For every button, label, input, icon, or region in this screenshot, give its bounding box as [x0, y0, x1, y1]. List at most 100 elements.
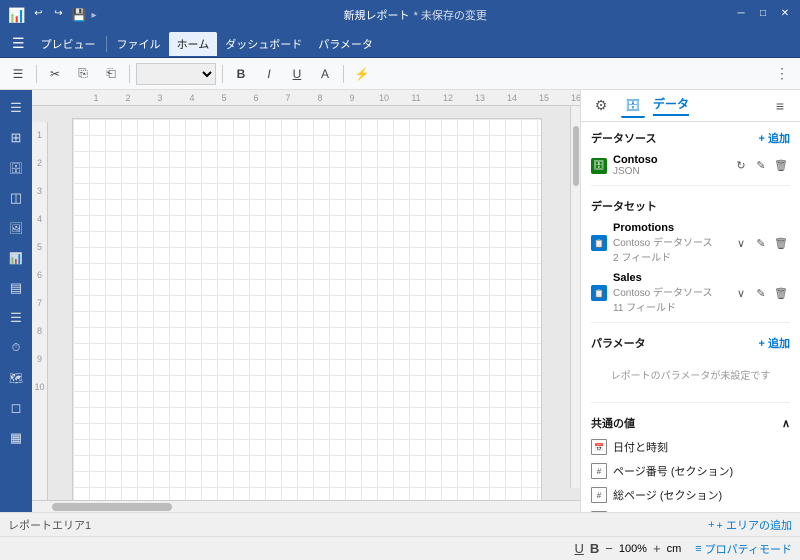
title-bar: 📊 ↩ ↪ 💾 ▸ 新規レポート * 未保存の変更 ─ □ ✕	[0, 0, 800, 30]
parameters-empty-text: レポートのパラメータが未設定です	[591, 359, 790, 390]
minimize-btn[interactable]: ─	[734, 8, 748, 22]
preview-btn[interactable]: プレビュー	[33, 32, 104, 56]
redo-btn[interactable]: ↪	[51, 8, 65, 22]
dataset-promotions-edit-btn[interactable]: ✎	[752, 234, 770, 252]
dataset-sales-expand-btn[interactable]: ∨	[732, 284, 750, 302]
datasource-edit-btn[interactable]: ✎	[752, 157, 770, 175]
dataset-sales-delete-btn[interactable]: 🗑	[772, 284, 790, 302]
toolbar-bold-btn[interactable]: B	[229, 62, 253, 86]
panel-tab-layout[interactable]: ≡	[768, 94, 792, 118]
sidebar-icon-layers[interactable]: ◫	[2, 184, 30, 212]
h-scrollbar[interactable]	[32, 500, 580, 512]
ruler-num-4: 4	[176, 93, 208, 103]
sidebar-icon-image[interactable]: 🖼	[2, 214, 30, 242]
toolbar-effects-btn[interactable]: ⚡	[350, 62, 374, 86]
toolbar-cut-btn[interactable]: ✂	[43, 62, 67, 86]
toolbar-font-color-btn[interactable]: A	[313, 62, 337, 86]
toolbar-sep-4	[343, 65, 344, 83]
undo-btn[interactable]: ↩	[31, 8, 45, 22]
ruler-num-7: 7	[272, 93, 304, 103]
parameters-header: パラメータ + 追加	[581, 327, 800, 355]
sidebar-icon-grid[interactable]: ⊞	[2, 124, 30, 152]
parameters-body: レポートのパラメータが未設定です	[581, 355, 800, 398]
dataset-sales-source: Contoso データソース 11 フィールド	[613, 284, 726, 314]
datasets-header: データセット	[581, 190, 800, 218]
common-values-header: 共通の値 ∧	[581, 407, 800, 435]
menu-hamburger[interactable]: ☰	[4, 31, 33, 56]
panel-tab-data[interactable]: 🗄	[621, 94, 645, 118]
font-select[interactable]	[136, 63, 216, 85]
bold-btn[interactable]: B	[590, 541, 599, 556]
underline-btn[interactable]: U	[574, 541, 583, 556]
add-area-btn[interactable]: + + エリアの追加	[708, 517, 792, 533]
v-scrollbar[interactable]	[570, 106, 580, 488]
dataset-promotions-expand-btn[interactable]: ∨	[732, 234, 750, 252]
zoom-bar: U B − 100% + cm ≡ プロパティモード	[0, 536, 800, 560]
menu-home[interactable]: ホーム	[169, 32, 218, 56]
sidebar-icon-data[interactable]: 🗄	[2, 154, 30, 182]
sidebar-icon-list[interactable]: ☰	[2, 304, 30, 332]
dataset-sales-edit-btn[interactable]: ✎	[752, 284, 770, 302]
cv-total-pages[interactable]: # 総ページ (セクション)	[581, 483, 800, 507]
v-scrollbar-thumb[interactable]	[573, 126, 579, 186]
datasources-add-btn[interactable]: + 追加	[759, 130, 790, 146]
ruler-v-3: 3	[37, 186, 42, 196]
report-canvas[interactable]	[72, 118, 542, 500]
status-right: + + エリアの追加	[708, 517, 792, 533]
sidebar-icon-menu[interactable]: ☰	[2, 94, 30, 122]
toolbar-paste-btn[interactable]: ⎗	[99, 62, 123, 86]
cv-page-of-total[interactable]: # ページ番号 / 総ページ (セクション)	[581, 507, 800, 512]
common-values-collapse-btn[interactable]: ∧	[782, 417, 790, 430]
maximize-btn[interactable]: □	[756, 8, 770, 22]
toolbar-hamburger-btn[interactable]: ☰	[6, 62, 30, 86]
title-bar-center: 新規レポート * 未保存の変更	[344, 7, 487, 23]
cv-datetime[interactable]: 📅 日付と時刻	[581, 435, 800, 459]
datasource-delete-btn[interactable]: 🗑	[772, 157, 790, 175]
ruler-v-2: 2	[37, 158, 42, 168]
cv-datetime-label: 日付と時刻	[613, 439, 668, 455]
menu-dashboard[interactable]: ダッシュボード	[217, 32, 310, 56]
zoom-in-btn[interactable]: +	[653, 541, 661, 556]
datasource-refresh-btn[interactable]: ↻	[732, 157, 750, 175]
sidebar-icon-chart[interactable]: 📊	[2, 244, 30, 272]
panel-tab-settings[interactable]: ⚙	[589, 94, 613, 118]
ruler-v-8: 8	[37, 326, 42, 336]
ruler-num-9: 9	[336, 93, 368, 103]
canvas-area: 1 2 3 4 5 6 7 8 9 10 11 12 13 14 15 16 1…	[32, 90, 580, 512]
toolbar-sep-2	[129, 65, 130, 83]
report-title: 新規レポート	[344, 7, 410, 23]
common-values-label: 共通の値	[591, 415, 635, 431]
panel-tab-data-label[interactable]: データ	[653, 95, 689, 116]
properties-icon: ≡	[695, 543, 701, 555]
sidebar-icon-map[interactable]: 🗺	[2, 364, 30, 392]
dataset-promotions-delete-btn[interactable]: 🗑	[772, 234, 790, 252]
toolbar-more-btn[interactable]: ⋮	[770, 62, 794, 86]
toolbar-copy-btn[interactable]: ⎘	[71, 62, 95, 86]
cv-page-number-label: ページ番号 (セクション)	[613, 463, 733, 479]
datasource-name: Contoso	[613, 154, 726, 166]
ruler-v-7: 7	[37, 298, 42, 308]
menu-parameters[interactable]: パラメータ	[310, 32, 381, 56]
zoom-out-btn[interactable]: −	[605, 541, 613, 556]
h-scrollbar-thumb[interactable]	[52, 503, 172, 511]
save-icon[interactable]: 💾	[71, 8, 85, 22]
dataset-sales-info: Sales Contoso データソース 11 フィールド	[613, 272, 726, 314]
main-layout: ☰ ⊞ 🗄 ◫ 🖼 📊 ▤ ☰ ⏱ 🗺 ◻ ▦ 1 2 3 4 5 6 7 8 …	[0, 90, 800, 512]
divider-3	[591, 402, 790, 403]
ruler-horizontal: 1 2 3 4 5 6 7 8 9 10 11 12 13 14 15 16 1…	[32, 90, 580, 106]
parameters-add-btn[interactable]: + 追加	[759, 335, 790, 351]
sidebar-icon-barcode[interactable]: ▦	[2, 424, 30, 452]
menu-file[interactable]: ファイル	[109, 32, 169, 56]
dataset-promotions-actions: ∨ ✎ 🗑	[732, 234, 790, 252]
sidebar-icon-gauge[interactable]: ⏱	[2, 334, 30, 362]
cv-page-number[interactable]: # ページ番号 (セクション)	[581, 459, 800, 483]
toolbar: ☰ ✂ ⎘ ⎗ B I U A ⚡ ⋮	[0, 58, 800, 90]
toolbar-italic-btn[interactable]: I	[257, 62, 281, 86]
properties-mode-btn[interactable]: ≡ プロパティモード	[695, 541, 792, 557]
sidebar-icon-shape[interactable]: ◻	[2, 394, 30, 422]
toolbar-underline-btn[interactable]: U	[285, 62, 309, 86]
sidebar-icon-table[interactable]: ▤	[2, 274, 30, 302]
close-btn[interactable]: ✕	[778, 8, 792, 22]
right-panel-tabs: ⚙ 🗄 データ ≡	[581, 90, 800, 122]
parameters-label: パラメータ	[591, 335, 646, 351]
